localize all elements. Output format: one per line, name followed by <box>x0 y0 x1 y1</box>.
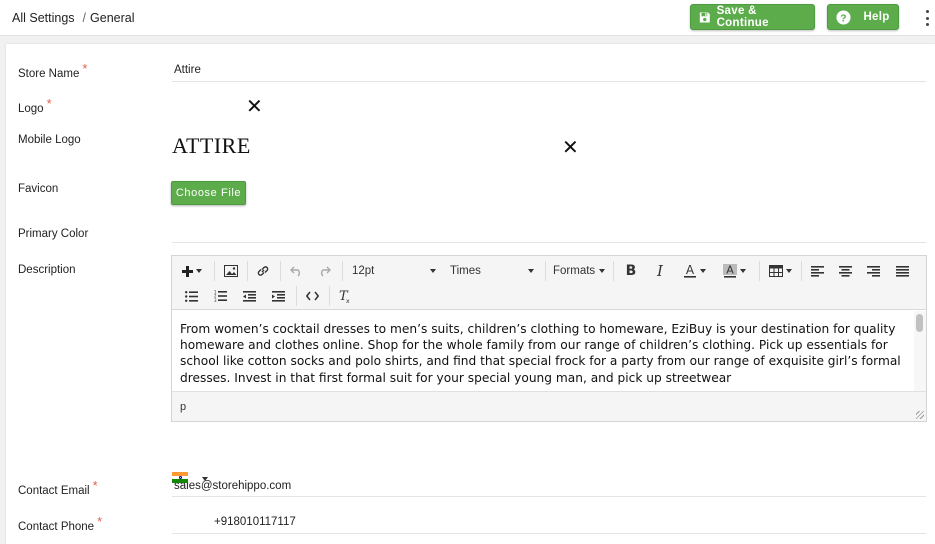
remove-logo-icon[interactable]: ✕ <box>246 97 263 117</box>
store-name-input[interactable]: Attire <box>174 64 201 76</box>
font-size-select[interactable]: 12pt <box>352 260 436 282</box>
top-bar: All Settings / General Save & Continue ? H… <box>0 0 935 36</box>
image-icon[interactable] <box>220 260 242 282</box>
save-icon <box>699 12 710 22</box>
save-continue-button[interactable]: Save & Continue <box>690 4 815 30</box>
editor-scrollbar[interactable] <box>914 311 926 391</box>
bullet-list-icon[interactable] <box>180 285 202 307</box>
numbered-list-icon[interactable]: 123 <box>209 285 231 307</box>
required-marker: * <box>97 514 103 529</box>
store-name-underline <box>172 81 926 82</box>
align-center-icon[interactable] <box>834 260 856 282</box>
link-icon[interactable] <box>252 260 274 282</box>
font-size-value: 12pt <box>352 265 375 277</box>
outdent-icon[interactable] <box>238 285 260 307</box>
contact-email-underline <box>172 496 926 497</box>
source-code-icon[interactable] <box>301 285 323 307</box>
editor-toolbar: 12pt Times Formats B I A A 1 2 3 T x <box>172 256 926 310</box>
logo-label: Logo * <box>18 96 52 115</box>
choose-file-button[interactable]: Choose File <box>171 181 246 205</box>
help-button[interactable]: ? Help <box>827 4 899 30</box>
contact-phone-label: Contact Phone * <box>18 514 103 533</box>
settings-form-panel: Store Name * Attire Logo * ✕ Mobile Logo A… <box>6 44 935 544</box>
font-family-value: Times <box>450 265 481 277</box>
contact-email-input[interactable]: sales@storehippo.com <box>174 480 291 492</box>
bold-icon[interactable]: B <box>619 260 643 282</box>
italic-icon[interactable]: I <box>648 260 672 282</box>
contact-phone-underline <box>172 533 926 534</box>
formats-label: Formats <box>553 265 596 277</box>
contact-phone-input[interactable]: +918010117117 <box>214 516 296 528</box>
svg-text:3: 3 <box>214 298 217 302</box>
save-continue-label: Save & Continue <box>716 5 769 29</box>
description-rich-text-editor: 12pt Times Formats B I A A 1 2 3 T x Fro… <box>171 255 927 422</box>
background-color-icon[interactable]: A <box>716 260 752 282</box>
editor-content-area[interactable]: From women’s cocktail dresses to men’s s… <box>172 311 914 391</box>
favicon-label: Favicon <box>18 183 59 195</box>
help-label: Help <box>863 11 890 23</box>
svg-text:A: A <box>685 264 694 277</box>
font-family-select[interactable]: Times <box>450 260 534 282</box>
indent-icon[interactable] <box>267 285 289 307</box>
undo-icon[interactable] <box>285 260 307 282</box>
redo-icon[interactable] <box>313 260 335 282</box>
breadcrumb: All Settings / General <box>12 11 135 25</box>
table-icon[interactable] <box>765 260 795 282</box>
breadcrumb-separator: / <box>82 11 87 25</box>
svg-text:A: A <box>726 264 734 277</box>
country-dropdown-caret-icon[interactable] <box>202 477 208 481</box>
remove-mobile-logo-icon[interactable]: ✕ <box>562 138 579 158</box>
contact-email-label: Contact Email * <box>18 478 98 497</box>
element-path[interactable]: p <box>180 401 186 413</box>
description-label: Description <box>18 264 76 276</box>
svg-text:?: ? <box>841 13 848 24</box>
clear-formatting-icon[interactable]: Tx <box>334 285 356 307</box>
mobile-logo-image: ATTIRE <box>172 133 251 158</box>
mobile-logo-label: Mobile Logo <box>18 134 81 146</box>
india-flag-icon[interactable] <box>172 472 188 483</box>
resize-handle-icon[interactable] <box>916 411 924 419</box>
question-circle-icon: ? <box>836 9 851 25</box>
align-justify-icon[interactable] <box>891 260 913 282</box>
breadcrumb-all-settings[interactable]: All Settings <box>12 11 75 25</box>
store-name-label: Store Name * <box>18 61 88 80</box>
editor-status-bar: p <box>172 391 926 421</box>
primary-color-input[interactable] <box>172 242 926 243</box>
more-options-icon[interactable] <box>920 8 934 28</box>
svg-text:x: x <box>346 298 350 303</box>
primary-color-label: Primary Color <box>18 228 89 240</box>
required-marker: * <box>92 478 98 493</box>
align-left-icon[interactable] <box>806 260 828 282</box>
align-right-icon[interactable] <box>862 260 884 282</box>
required-marker: * <box>46 96 52 111</box>
insert-plus-icon[interactable] <box>178 260 206 282</box>
required-marker: * <box>82 61 88 76</box>
formats-select[interactable]: Formats <box>553 260 605 282</box>
breadcrumb-current: General <box>90 11 135 25</box>
text-color-icon[interactable]: A <box>676 260 712 282</box>
editor-scrollbar-thumb[interactable] <box>916 314 923 332</box>
